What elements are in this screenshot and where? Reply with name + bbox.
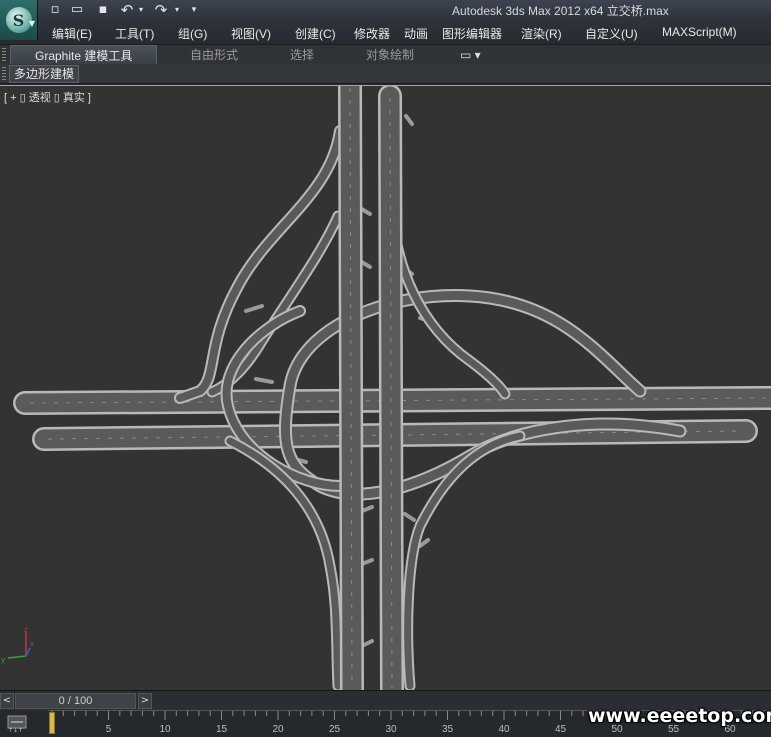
ribbon-panel-bar: 多边形建模 [0,64,771,84]
viewport-label[interactable]: [ + ▯ 透视 ▯ 真实 ] [4,89,91,105]
ruler-tick-label: 40 [498,724,510,735]
undo-dropdown-icon[interactable]: ▾ [136,2,146,18]
ruler-tick-label: 15 [215,724,228,735]
menu-customize[interactable]: 自定义(U) [585,25,638,42]
axis-gizmo: z y x [1,626,34,664]
open-file-icon[interactable]: ▭ [68,2,86,18]
tab-object-paint[interactable]: 对象绘制 [366,45,414,65]
title-bar: ▫ ▭ ▪ ↶ ▾ ↷ ▾ ▾ Autodesk 3ds Max 2012 x6… [0,0,771,20]
current-frame-marker[interactable] [49,712,55,734]
svg-text:x: x [30,640,34,648]
menu-animation[interactable]: 动画 [404,25,428,42]
time-slider-thumb[interactable]: 0 / 100 [15,693,136,709]
tab-graphite-modeling[interactable]: Graphite 建模工具 [10,45,158,65]
ruler-tick-label: 25 [328,724,341,735]
watermark: www.eeeetop.com [588,705,771,727]
ruler-tick-label: 35 [441,724,454,735]
window-title: Autodesk 3ds Max 2012 x64 立交桥.max [452,4,669,18]
menu-bar: 编辑(E) 工具(T) 组(G) 视图(V) 创建(C) 修改器 动画 图形编辑… [38,20,771,44]
menu-group[interactable]: 组(G) [178,25,207,42]
ruler-tick-label: 20 [272,724,284,735]
chevron-down-icon: ▼ [28,19,35,28]
ribbon-tab-bar: Graphite 建模工具 自由形式 选择 对象绘制 ▭ ▾ [0,44,771,65]
panel-grip-handle[interactable] [2,67,6,81]
ribbon-options-icon[interactable]: ▭ ▾ [460,45,481,65]
3ds-max-logo-icon: S [5,7,32,33]
customize-dropdown-icon[interactable]: ▾ [188,2,200,18]
undo-icon[interactable]: ↶ [118,2,136,18]
svg-text:y: y [1,656,5,664]
ribbon-grip-handle[interactable] [2,48,6,62]
ruler-tick-label: 30 [385,724,397,735]
tab-freeform[interactable]: 自由形式 [190,45,238,65]
next-frame-button[interactable]: > [138,693,152,709]
ruler-tick-label: 5 [105,724,112,735]
app-window: ▫ ▭ ▪ ↶ ▾ ↷ ▾ ▾ Autodesk 3ds Max 2012 x6… [0,0,771,737]
menu-create[interactable]: 创建(C) [295,25,336,42]
menu-graph-editors[interactable]: 图形编辑器 [442,25,502,42]
key-filter-icon[interactable]: ↑↓↑ [6,713,30,733]
svg-text:z: z [24,626,28,634]
perspective-viewport[interactable]: .edge { fill: none; stroke: #b9b9b9; str… [0,85,771,691]
menu-tools[interactable]: 工具(T) [115,25,154,42]
tab-selection[interactable]: 选择 [290,45,314,65]
menu-rendering[interactable]: 渲染(R) [521,25,562,42]
prev-frame-button[interactable]: < [0,693,14,709]
svg-text:↑↓↑: ↑↓↑ [8,727,23,733]
panel-polygon-modeling[interactable]: 多边形建模 [9,65,80,83]
menu-views[interactable]: 视图(V) [231,25,271,42]
redo-icon[interactable]: ↷ [152,2,170,18]
save-file-icon[interactable]: ▪ [94,2,112,18]
ruler-tick-label: 10 [159,724,171,735]
north-south-highway [338,86,404,691]
menu-modifiers[interactable]: 修改器 [354,25,390,42]
new-file-icon[interactable]: ▫ [46,2,64,18]
ruler-tick-label: 45 [554,724,567,735]
menu-edit[interactable]: 编辑(E) [52,25,92,42]
interchange-scene[interactable]: .edge { fill: none; stroke: #b9b9b9; str… [0,86,771,691]
redo-dropdown-icon[interactable]: ▾ [172,2,182,18]
application-button[interactable]: S ▼ [0,0,38,40]
menu-maxscript[interactable]: MAXScript(M) [662,25,737,39]
